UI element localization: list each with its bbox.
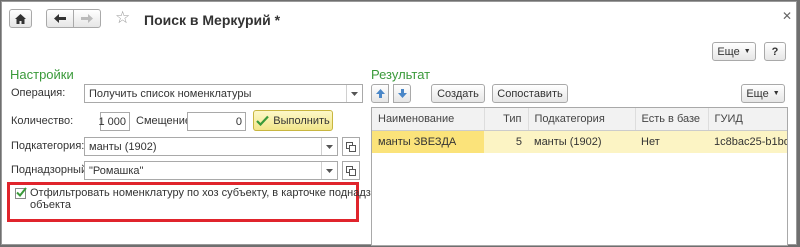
result-more-button[interactable]: Еще ▼: [741, 84, 785, 103]
main-window: ☆ Поиск в Меркурий * ✕ Еще ▼ ? Настройки…: [1, 1, 797, 246]
supervised-value: "Ромашка": [89, 165, 144, 177]
copy-link-icon: [346, 141, 356, 152]
cell-in-base[interactable]: Нет: [635, 130, 708, 153]
back-button[interactable]: [46, 9, 74, 28]
checkmark-icon: [16, 187, 27, 197]
column-header-subcategory[interactable]: Подкатегория: [528, 108, 636, 131]
operation-select[interactable]: Получить список номенклатуры: [84, 84, 363, 103]
offset-label: Смещение:: [136, 115, 195, 127]
subcategory-value: манты (1902): [89, 141, 157, 153]
chevron-down-icon[interactable]: [321, 138, 337, 155]
cell-type[interactable]: 5: [484, 130, 528, 153]
quantity-input[interactable]: 1 000: [98, 112, 130, 131]
home-button[interactable]: [9, 9, 32, 28]
compare-button[interactable]: Сопоставить: [492, 84, 568, 103]
arrow-down-icon: [397, 89, 407, 98]
cell-guid[interactable]: 1c8bac25-b1bd-: [708, 130, 787, 153]
operation-value: Получить список номенклатуры: [89, 88, 252, 100]
offset-input[interactable]: 0: [187, 112, 246, 131]
execute-label: Выполнить: [273, 114, 330, 127]
more-button[interactable]: Еще ▼: [712, 42, 756, 61]
result-table: Наименование Тип Подкатегория Есть в баз…: [371, 107, 788, 246]
chevron-down-icon[interactable]: [321, 162, 337, 179]
table-row[interactable]: манты ЗВЕЗДА 5 манты (1902) Нет 1c8bac25…: [372, 130, 787, 153]
dropdown-arrow-icon: ▼: [772, 90, 780, 97]
execute-button[interactable]: Выполнить: [253, 110, 333, 131]
quantity-label: Количество:: [11, 115, 74, 127]
home-icon: [15, 13, 26, 24]
column-header-name[interactable]: Наименование: [372, 108, 485, 131]
filter-checkbox[interactable]: [15, 187, 27, 199]
settings-title: Настройки: [10, 67, 74, 82]
cell-name[interactable]: манты ЗВЕЗДА: [372, 130, 484, 153]
operation-label: Операция:: [11, 87, 66, 99]
filter-label-line2[interactable]: объекта: [30, 199, 71, 211]
copy-link-icon: [346, 165, 356, 176]
compare-label: Сопоставить: [497, 87, 563, 100]
column-header-in-base[interactable]: Есть в базе: [635, 108, 709, 131]
column-header-guid[interactable]: ГУИД: [708, 108, 787, 131]
offset-value: 0: [235, 116, 242, 128]
open-link-button[interactable]: [342, 161, 360, 180]
arrow-up-icon: [375, 89, 385, 98]
checkmark-icon: [256, 115, 270, 126]
arrow-right-icon: [81, 14, 93, 23]
create-button[interactable]: Создать: [431, 84, 485, 103]
forward-button[interactable]: [73, 9, 101, 28]
open-link-button[interactable]: [342, 137, 360, 156]
result-more-label: Еще: [746, 87, 769, 100]
supervised-select[interactable]: "Ромашка": [84, 161, 338, 180]
column-header-type[interactable]: Тип: [484, 108, 529, 131]
filter-label-line1[interactable]: Отфильтровать номенклатуру по хоз субъек…: [30, 187, 405, 199]
subcategory-select[interactable]: манты (1902): [84, 137, 338, 156]
help-button[interactable]: ?: [764, 42, 786, 61]
create-label: Создать: [437, 87, 479, 100]
chevron-down-icon[interactable]: [346, 85, 362, 102]
help-label: ?: [771, 45, 779, 58]
subcategory-label: Подкатегория:: [11, 140, 85, 152]
window-title: Поиск в Меркурий *: [144, 12, 281, 28]
arrow-left-icon: [54, 14, 66, 23]
supervised-label: Поднадзорный:: [11, 164, 91, 176]
move-down-button[interactable]: [393, 84, 411, 103]
cell-subcategory[interactable]: манты (1902): [528, 130, 635, 153]
move-up-button[interactable]: [371, 84, 389, 103]
quantity-value: 1 000: [98, 116, 126, 128]
favorite-star-icon[interactable]: ☆: [115, 8, 130, 28]
more-label: Еще: [717, 45, 740, 58]
dropdown-arrow-icon: ▼: [743, 48, 751, 55]
close-icon[interactable]: ✕: [782, 9, 792, 23]
result-title: Результат: [371, 67, 431, 82]
